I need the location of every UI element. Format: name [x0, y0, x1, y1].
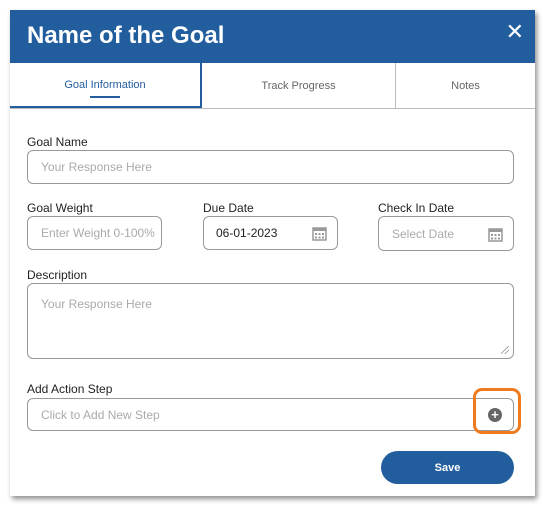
placeholder: Select Date: [392, 226, 455, 241]
goal-weight-label: Goal Weight: [27, 201, 93, 215]
resize-handle[interactable]: [501, 346, 509, 354]
placeholder: Enter Weight 0-100%: [41, 226, 155, 240]
goal-weight-input[interactable]: Enter Weight 0-100%: [27, 216, 162, 250]
description-label: Description: [27, 268, 88, 282]
due-date-label: Due Date: [203, 201, 254, 215]
goal-name-input[interactable]: Your Response Here: [27, 150, 514, 184]
highlight-annotation: [473, 388, 521, 434]
action-step-input[interactable]: Click to Add New Step +: [27, 398, 514, 431]
tab-label: Notes: [451, 79, 480, 92]
close-icon[interactable]: ✕: [506, 21, 524, 43]
value: 06-01-2023: [216, 226, 278, 240]
tab-goal-information[interactable]: Goal Information: [10, 63, 202, 108]
goal-name-label: Goal Name: [27, 135, 88, 149]
calendar-icon[interactable]: [488, 226, 503, 242]
check-in-date-input[interactable]: Select Date: [378, 216, 514, 251]
action-step-label: Add Action Step: [27, 382, 113, 396]
tab-notes[interactable]: Notes: [396, 63, 535, 108]
goal-dialog: Name of the Goal ✕ Goal Information Trac…: [10, 10, 535, 496]
placeholder: Your Response Here: [41, 160, 152, 174]
placeholder: Your Response Here: [41, 297, 152, 311]
tab-track-progress[interactable]: Track Progress: [202, 63, 396, 108]
check-in-date-label: Check In Date: [378, 201, 455, 215]
description-textarea[interactable]: Your Response Here: [27, 283, 514, 359]
tab-bar: Goal Information Track Progress Notes: [10, 63, 535, 109]
due-date-input[interactable]: 06-01-2023: [203, 216, 338, 250]
placeholder: Click to Add New Step: [41, 407, 160, 422]
dialog-header: Name of the Goal ✕: [10, 10, 535, 63]
tab-label: Goal Information: [64, 78, 146, 91]
dialog-title: Name of the Goal: [27, 22, 225, 49]
calendar-icon[interactable]: [312, 225, 327, 241]
save-button[interactable]: Save: [381, 451, 514, 484]
tab-label: Track Progress: [261, 79, 336, 92]
active-tab-indicator: [90, 96, 120, 98]
